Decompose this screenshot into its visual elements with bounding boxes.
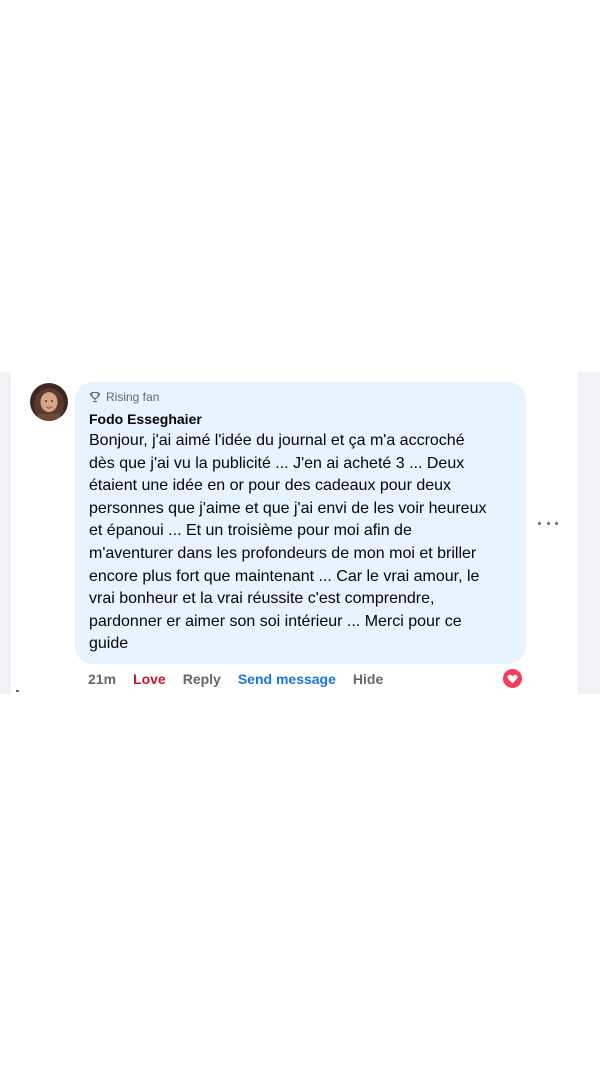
trophy-icon — [89, 391, 101, 403]
left-panel-edge — [0, 372, 11, 694]
timestamp[interactable]: 21m — [88, 671, 116, 687]
send-message-button[interactable]: Send message — [238, 671, 336, 687]
badge-label: Rising fan — [106, 390, 160, 404]
comment-screenshot: Rising fan Fodo Esseghaier Bonjour, j'ai… — [0, 372, 600, 694]
avatar[interactable] — [30, 383, 68, 421]
comment-actions: 21m Love Reply Send message Hide — [88, 671, 400, 687]
more-options-icon[interactable] — [538, 518, 558, 528]
reply-button[interactable]: Reply — [183, 671, 221, 687]
page: Rising fan Fodo Esseghaier Bonjour, j'ai… — [0, 0, 600, 1067]
hide-button[interactable]: Hide — [353, 671, 383, 687]
heart-reaction-icon[interactable] — [503, 669, 522, 688]
rising-fan-badge[interactable]: Rising fan — [89, 390, 159, 404]
right-panel-edge — [578, 372, 600, 694]
author-name[interactable]: Fodo Esseghaier — [89, 411, 202, 427]
love-button[interactable]: Love — [133, 671, 166, 687]
divider-mark — [16, 690, 19, 692]
comment-bubble: Rising fan Fodo Esseghaier Bonjour, j'ai… — [75, 382, 526, 664]
comment-text: Bonjour, j'ai aimé l'idée du journal et … — [89, 432, 487, 653]
